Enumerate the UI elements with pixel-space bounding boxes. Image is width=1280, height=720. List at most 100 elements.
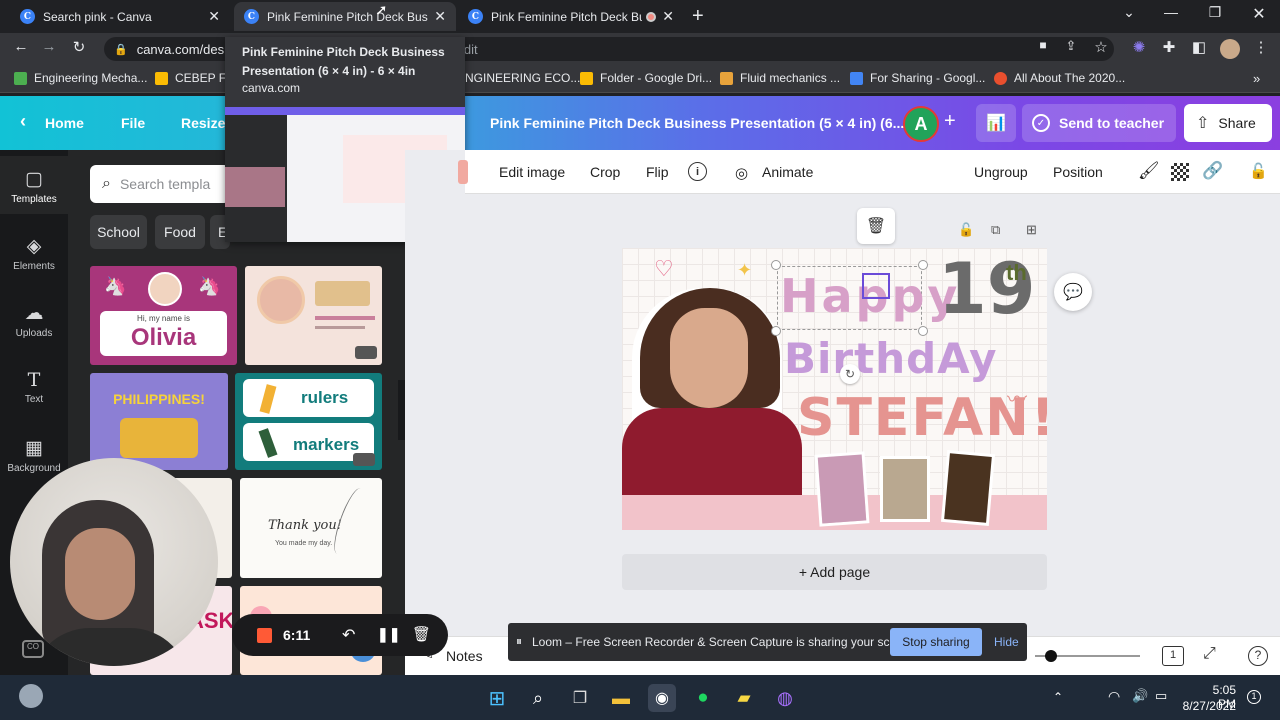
extension-icon[interactable]: ✺ xyxy=(1128,38,1150,56)
rail-elements[interactable]: ◈ Elements xyxy=(0,235,68,272)
bookmark-item[interactable]: For Sharing - Googl... xyxy=(850,71,985,85)
menu-dots-icon[interactable]: ⋮ xyxy=(1250,38,1272,56)
close-tab-icon[interactable]: ✕ xyxy=(208,8,220,25)
chip-school[interactable]: School xyxy=(90,215,147,249)
profile-avatar[interactable] xyxy=(1220,39,1240,59)
ungroup-button[interactable]: Ungroup xyxy=(974,164,1028,180)
notification-icon[interactable]: 1 xyxy=(1247,690,1261,704)
template-birthday-princess[interactable] xyxy=(245,266,382,365)
rail-uploads[interactable]: ☁ Uploads xyxy=(0,302,68,339)
rotate-handle-icon[interactable]: ↻ xyxy=(840,364,860,384)
document-title[interactable]: Pink Feminine Pitch Deck Business Presen… xyxy=(490,115,904,131)
duplicate-page-icon[interactable]: ⧉ xyxy=(991,222,1000,238)
pause-icon[interactable]: ❚❚ xyxy=(377,626,400,643)
lock-page-icon[interactable]: 🔓 xyxy=(958,222,974,238)
chevron-left-icon[interactable]: ‹ xyxy=(20,111,26,132)
rail-templates[interactable]: ▢ Templates xyxy=(0,168,68,205)
delete-element-icon[interactable]: 🗑 xyxy=(857,208,895,244)
template-rulers-markers[interactable]: rulers markers xyxy=(235,373,382,470)
puzzle-icon[interactable]: ✚ xyxy=(1158,38,1180,56)
messenger-icon[interactable]: ◍ xyxy=(771,684,799,712)
undo-icon[interactable]: ↶ xyxy=(342,625,355,645)
file-explorer-icon[interactable]: ▬ xyxy=(607,684,635,712)
tray-chevron-icon[interactable]: ⌃ xyxy=(1053,690,1063,704)
close-tab-icon[interactable]: ✕ xyxy=(662,8,674,25)
send-to-teacher-button[interactable]: ✓ Send to teacher xyxy=(1022,104,1176,142)
resize-handle[interactable] xyxy=(918,260,928,270)
paint-roller-icon[interactable]: 🖌 xyxy=(1138,161,1160,181)
notes-button[interactable]: Notes xyxy=(446,648,483,664)
help-icon[interactable]: ? xyxy=(1248,646,1268,666)
comment-add-icon[interactable]: 💬 xyxy=(1054,273,1092,311)
forward-icon[interactable]: → xyxy=(38,38,60,55)
new-tab-button[interactable]: + xyxy=(692,5,704,28)
sidepanel-icon[interactable]: ◧ xyxy=(1188,38,1210,56)
clock-date[interactable]: 8/27/2022 xyxy=(1178,699,1236,713)
template-olivia[interactable]: Hi, my name is Olivia 🦄 🦄 xyxy=(90,266,237,365)
share-button[interactable]: ⇧ Share xyxy=(1184,104,1272,142)
search-input[interactable]: ⌕ Search templa xyxy=(90,165,230,203)
zoom-slider-thumb[interactable] xyxy=(1045,650,1057,662)
bookmarks-overflow-icon[interactable]: » xyxy=(1253,71,1260,86)
reload-icon[interactable]: ↻ xyxy=(68,38,90,56)
edit-image-button[interactable]: Edit image xyxy=(499,164,565,180)
battery-icon[interactable]: ▭ xyxy=(1155,688,1167,704)
search-taskbar-icon[interactable]: ⌕ xyxy=(524,684,552,712)
volume-icon[interactable]: 🔊 xyxy=(1132,688,1148,704)
template-philippines[interactable]: PHILIPPINES! xyxy=(90,373,228,470)
insights-chart-icon[interactable]: 📊 xyxy=(976,104,1016,142)
stop-sharing-button[interactable]: Stop sharing xyxy=(890,628,982,656)
stop-recording-button[interactable] xyxy=(257,628,272,643)
crop-button[interactable]: Crop xyxy=(590,164,620,180)
lock-icon[interactable]: 🔓 xyxy=(1249,162,1268,180)
file-menu[interactable]: File xyxy=(121,115,145,131)
transparency-icon[interactable] xyxy=(1171,163,1189,181)
share-page-icon[interactable]: ⇪ xyxy=(1060,38,1082,54)
add-page-icon[interactable]: ⊞ xyxy=(1026,222,1037,238)
home-button[interactable]: Home xyxy=(45,115,84,131)
fullscreen-icon[interactable]: ⤢ xyxy=(1203,645,1216,663)
bookmark-item[interactable]: Engineering Mecha... xyxy=(14,71,147,85)
resize-handle[interactable] xyxy=(771,326,781,336)
camera-icon[interactable]: ■ xyxy=(1032,38,1054,52)
task-view-icon[interactable]: ❐ xyxy=(566,684,594,712)
weather-icon[interactable] xyxy=(19,684,43,708)
rail-background[interactable]: ▦ Background xyxy=(0,437,68,474)
spotify-icon[interactable]: ● xyxy=(689,684,717,712)
bookmark-item[interactable]: Folder - Google Dri... xyxy=(580,71,712,85)
minimize-icon[interactable]: — xyxy=(1156,4,1186,20)
animate-button[interactable]: Animate xyxy=(762,164,813,180)
design-page[interactable]: ♡ ✦ Happy 19 th BirthdAy ↻ STEFAN! 〰 xyxy=(622,248,1047,530)
resize-button[interactable]: Resize xyxy=(181,115,225,131)
wifi-icon[interactable]: ◠ xyxy=(1108,688,1120,705)
chrome-icon[interactable]: ◉ xyxy=(648,684,676,712)
template-thank-you[interactable]: Thank you! You made my day. xyxy=(240,478,382,578)
bookmark-star-icon[interactable]: ☆ xyxy=(1090,38,1112,56)
tab-pitch-deck-recording[interactable]: C Pink Feminine Pitch Deck Bu ✕ xyxy=(458,2,684,31)
hide-button[interactable]: Hide xyxy=(994,635,1019,649)
close-tab-icon[interactable]: ✕ xyxy=(434,8,446,25)
sticky-notes-icon[interactable]: ▰ xyxy=(730,684,758,712)
vertical-scrollbar[interactable] xyxy=(1267,200,1279,620)
rail-text[interactable]: T Text xyxy=(0,369,68,405)
tab-search-pink[interactable]: C Search pink - Canva ✕ xyxy=(10,2,230,31)
back-icon[interactable]: ← xyxy=(10,38,32,55)
bookmark-item[interactable]: NGINEERING ECO... xyxy=(465,71,580,85)
animate-icon[interactable]: ◎ xyxy=(735,164,748,182)
windows-start-icon[interactable]: ⊞ xyxy=(483,684,511,712)
page-count-indicator[interactable]: 1 xyxy=(1162,646,1184,666)
info-icon[interactable]: i xyxy=(688,162,707,181)
flip-button[interactable]: Flip xyxy=(646,164,669,180)
tab-pitch-deck-active[interactable]: C Pink Feminine Pitch Deck Busines ✕ xyxy=(234,2,456,31)
close-window-icon[interactable]: ✕ xyxy=(1244,4,1274,24)
webcam-bubble[interactable] xyxy=(10,458,218,666)
add-page-button[interactable]: + Add page xyxy=(622,554,1047,590)
bookmark-item[interactable]: Fluid mechanics ... xyxy=(720,71,840,85)
position-button[interactable]: Position xyxy=(1053,164,1103,180)
restore-icon[interactable]: ❐ xyxy=(1200,4,1230,21)
tab-search-chevron-icon[interactable]: ⌄ xyxy=(1114,4,1144,21)
add-collaborator-icon[interactable]: + xyxy=(944,110,956,133)
color-swatch[interactable] xyxy=(458,160,468,184)
selected-happy-element[interactable]: Happy xyxy=(777,266,957,330)
trash-icon[interactable]: 🗑 xyxy=(412,625,431,643)
